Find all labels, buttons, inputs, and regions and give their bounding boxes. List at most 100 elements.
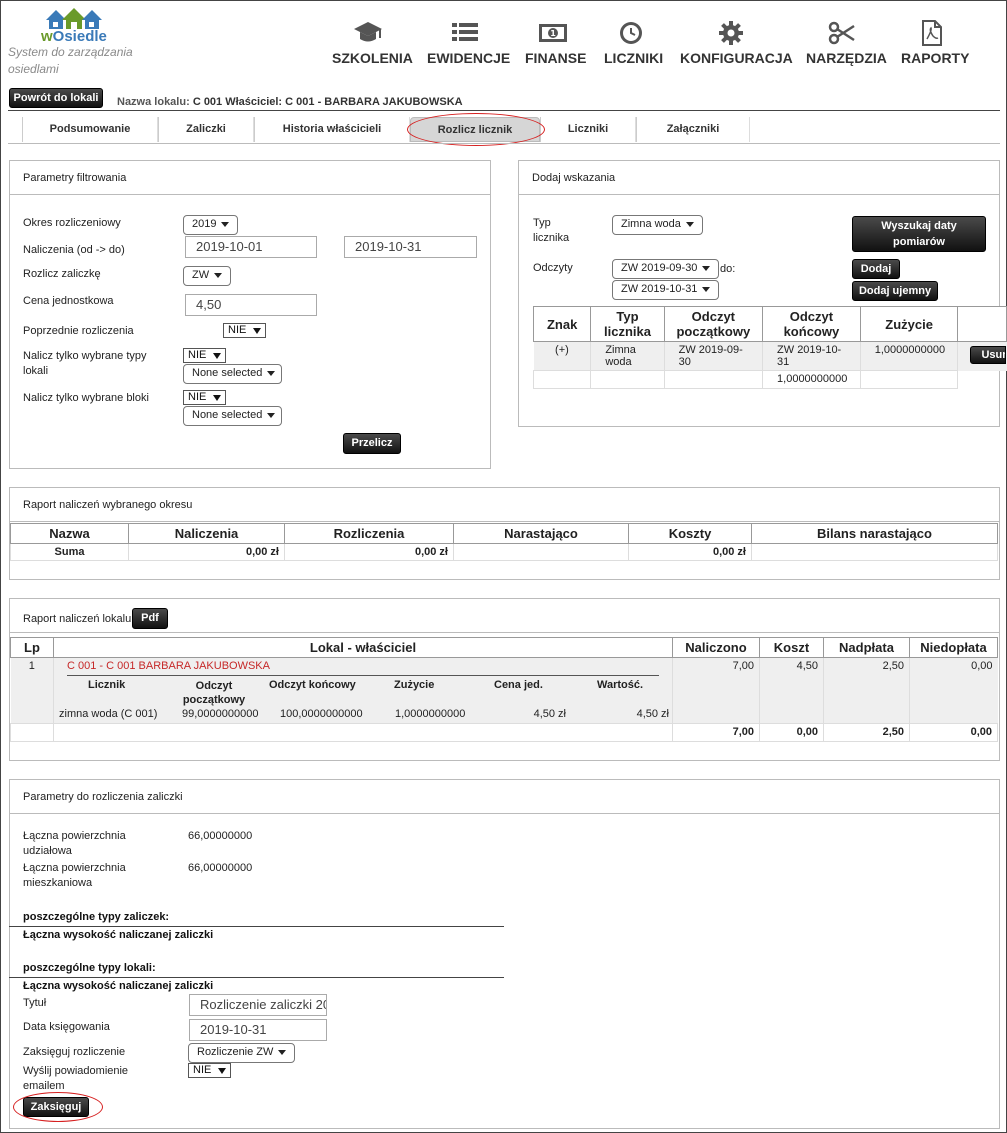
logo-text: wOsiedle [41,28,107,45]
zaksieguj-label: Zaksięguj rozliczenie [23,1046,126,1058]
tabs-divider [8,143,1000,144]
total-zaliczki-2: Łączna wysokość naliczanej zaliczki [23,980,214,992]
report-local-row: 1 C 001 - C 001 BARBARA JAKUBOWSKA Liczn… [10,657,998,724]
date-from-input[interactable]: 2019-10-01 [185,236,317,258]
dodaj-button[interactable]: Dodaj [852,259,900,279]
nav-liczniki[interactable]: LICZNIKI [604,20,663,66]
filter-panel-title: Parametry filtrowania [10,161,490,195]
app-subtitle-line1: System do zarządzania [8,45,133,59]
logo[interactable] [44,6,104,30]
readings-row: (+) Zimna woda ZW 2019-09- 30 ZW 2019-10- 3… [533,341,1007,371]
email-select[interactable]: NIE [188,1063,231,1078]
report-period-row: Suma 0,00 zł 0,00 zł 0,00 zł [10,543,998,561]
przelicz-button[interactable]: Przelicz [343,433,401,454]
banknote-icon: 1 [539,24,567,42]
col-koszty: Koszty [628,523,752,544]
nav-konfiguracja[interactable]: KONFIGURACJA [680,20,793,66]
search-dates-button[interactable]: Wyszukaj daty pomiarów [852,216,986,252]
clock-icon [620,22,642,44]
cena-label: Cena jednostkowa [23,295,114,307]
col-end: Odczyt końcowy [762,306,861,342]
naliczenia-label: Naliczenia (od -> do) [23,244,125,256]
houses-icon [46,8,102,29]
local-owner-link[interactable]: C 001 - C 001 BARBARA JAKUBOWSKA [67,660,270,672]
poprzednie-label: Poprzednie rozliczenia [23,325,134,337]
col-usage: Zużycie [859,306,959,342]
col-rozliczenia: Rozliczenia [284,523,454,544]
data-label: Data księgowania [23,1021,110,1033]
bloki-label: Nalicz tylko wybrane bloki [23,392,149,404]
gear-icon [719,21,743,45]
okres-dropdown[interactable]: 2019 [183,215,239,235]
typ-cell: Zimna woda [590,341,665,371]
dodaj-ujemny-button[interactable]: Dodaj ujemny [852,281,938,301]
pow-mieszk-label: Łączna powierzchnia mieszkaniowa [23,862,126,889]
readings-header-row: Znak Typ licznika Odczyt początkowy Odczyt… [532,306,1007,342]
local-info: Nazwa lokalu: C 001 Właściciel: C 001 - … [117,96,463,108]
app-subtitle-line2: osiedlami [8,62,59,76]
date-to-input[interactable]: 2019-10-31 [344,236,477,258]
okres-label: Okres rozliczeniowy [23,217,121,229]
typ-licznika-dropdown[interactable]: Zimna woda [612,215,703,235]
zaliczka-dropdown[interactable]: ZW [183,266,232,286]
typy-select[interactable]: NIE [183,348,226,363]
col-naliczenia: Naliczenia [128,523,285,544]
tab-podsumowanie[interactable]: Podsumowanie [22,117,158,142]
end-cell: ZW 2019-10- 31 [762,341,861,371]
nav-narzedzia[interactable]: NARZĘDZIA [806,20,887,66]
divider [8,110,1000,111]
pdf-button[interactable]: Pdf [132,608,168,629]
tab-zalaczniki[interactable]: Załączniki [636,117,750,142]
znak-cell: (+) [533,341,592,371]
advance-panel: Parametry do rozliczenia zaliczki [9,779,1000,1129]
col-actions [957,306,1007,342]
nav-szkolenia[interactable]: SZKOLENIA [332,20,413,66]
zaksieguj-dropdown[interactable]: Rozliczenie ZW [188,1043,296,1063]
col-znak: Znak [532,306,592,342]
tab-historia[interactable]: Historia właścicieli [254,117,410,142]
odczyt-to-dropdown[interactable]: ZW 2019-10-31 [612,280,720,300]
section-typy-zaliczek: poszczególne typy zaliczek: [23,911,170,923]
tab-zaliczki[interactable]: Zaliczki [158,117,254,142]
tytul-label: Tytuł [23,997,47,1009]
odczyt-from-dropdown[interactable]: ZW 2019-09-30 [612,259,720,279]
readings-panel-title: Dodaj wskazania [519,161,999,195]
pow-udz-label: Łączna powierzchnia udziałowa [23,830,126,857]
scissors-icon [828,21,855,45]
data-input[interactable]: 2019-10-31 [189,1019,327,1041]
readings-total-row: 1,0000000000 [532,370,1007,389]
readings-table: Znak Typ licznika Odczyt początkowy Odczyt… [532,306,1007,389]
typy-multiselect[interactable]: None selected [183,364,282,384]
col-typ: Typ licznika [590,306,665,342]
tytul-input[interactable]: Rozliczenie zaliczki 2019 [189,994,327,1016]
col-narastajaco: Narastająco [453,523,629,544]
highlight-ring [407,113,545,146]
report-local-header-row: Lp Lokal - właściciel Naliczono Koszt Na… [10,637,998,658]
typy-label: Nalicz tylko wybrane typy lokali [23,350,147,377]
report-local-table: Lp Lokal - właściciel Naliczono Koszt Na… [10,637,998,742]
cena-input[interactable]: 4,50 [185,294,317,316]
zaliczka-label: Rozlicz zaliczkę [23,268,101,280]
back-to-locals-button[interactable]: Powrót do lokali [9,88,103,108]
bloki-select[interactable]: NIE [183,390,226,405]
pow-udz-value: 66,00000000 [188,830,253,842]
list-icon [452,23,478,41]
do-label: do: [720,263,736,275]
delete-reading-button[interactable]: Usuń [970,346,1007,364]
nav-raporty[interactable]: RAPORTY [901,20,969,66]
report-period-table: Nazwa Naliczenia Rozliczenia Narastająco… [10,523,998,561]
nav-ewidencje[interactable]: EWIDENCJE [427,20,510,66]
bloki-multiselect[interactable]: None selected [183,406,282,426]
advance-panel-title: Parametry do rozliczenia zaliczki [10,780,999,814]
delete-cell: Usuń [958,342,1007,371]
start-cell: ZW 2019-09- 30 [664,341,764,371]
nav-finanse[interactable]: 1 FINANSE [525,20,586,66]
poprzednie-select[interactable]: NIE [223,323,266,338]
email-label: Wyślij powiadomienie emailem [23,1065,129,1092]
highlight-ring-submit [13,1092,103,1122]
usage-cell: 1,0000000000 [860,341,959,371]
odczyty-label: Odczyty [533,262,573,274]
col-start: Odczyt początkowy [663,306,764,342]
tab-liczniki[interactable]: Liczniki [540,117,636,142]
usage-total: 1,0000000000 [762,370,861,389]
